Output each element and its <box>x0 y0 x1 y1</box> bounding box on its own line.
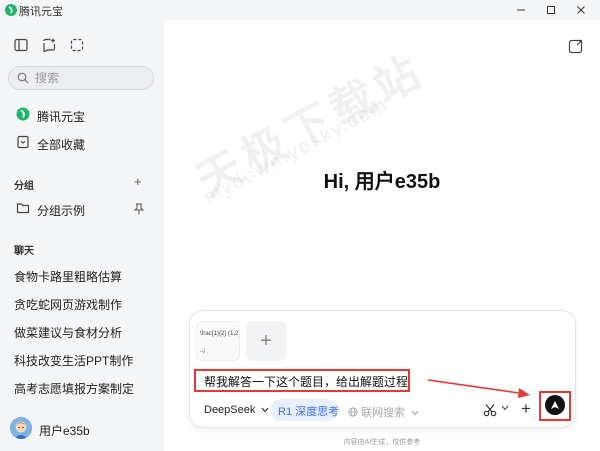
sidebar: 腾讯元宝 全部收藏 分组 + 分组示例 聊天 食物卡路里粗略估算 贪吃蛇网页游戏… <box>0 20 164 451</box>
thumbnail-text-line: \frac{1}{2} (1,2), 则 <box>200 331 239 337</box>
chat-item[interactable]: 科技改变生活PPT制作 <box>14 352 154 369</box>
chevron-down-icon <box>261 407 269 413</box>
user-name: 用户e35b <box>39 424 90 438</box>
annotation-arrow-icon <box>427 379 530 398</box>
greeting-title: Hi, 用户e35b <box>323 171 441 193</box>
maximize-button[interactable] <box>536 0 566 20</box>
chat-item[interactable]: 做菜建议与食材分析 <box>14 324 154 341</box>
group-item-label: 分组示例 <box>37 204 86 218</box>
nav-item-favorites[interactable]: 全部收藏 <box>0 130 164 156</box>
group-item-example[interactable]: 分组示例 <box>0 196 164 222</box>
chat-item[interactable]: 食物卡路里粗略估算 <box>14 268 154 285</box>
search-icon <box>17 72 29 84</box>
globe-icon <box>348 407 358 417</box>
nav-item-yuanbao[interactable]: 腾讯元宝 <box>0 102 164 128</box>
avatar <box>10 417 32 439</box>
search-box[interactable] <box>8 66 154 90</box>
web-search-toggle[interactable]: 联网搜索 <box>348 404 419 420</box>
groups-section-title: 分组 <box>14 181 34 192</box>
chevron-down-icon[interactable] <box>501 405 509 411</box>
model-selector[interactable]: DeepSeek <box>204 404 269 416</box>
prompt-input[interactable]: 帮我解答一下这个题目，给出解题过程 <box>204 373 408 390</box>
title-bar: 腾讯元宝 <box>0 0 600 20</box>
new-chat-button[interactable] <box>40 36 58 54</box>
scissors-icon[interactable] <box>483 403 497 417</box>
main-panel: 天极下载站 mydown.yesky.com Hi, 用户e35b \frac{… <box>164 20 600 451</box>
ai-disclaimer: 内容由AI生成，仅供参考 <box>343 439 421 446</box>
user-profile[interactable]: 用户e35b <box>10 416 160 444</box>
chevron-down-icon <box>411 410 419 416</box>
prompt-highlight-box[interactable]: 帮我解答一下这个题目，给出解题过程 <box>194 369 410 392</box>
new-chat-icon <box>43 38 56 52</box>
add-group-button[interactable]: + <box>134 174 142 189</box>
add-attachment-button[interactable]: + <box>246 321 286 361</box>
more-options-button[interactable]: + <box>521 399 531 419</box>
sidebar-toggle-icon <box>14 38 28 52</box>
select-mode-button[interactable] <box>68 36 86 54</box>
chat-composer: \frac{1}{2} (1,2), 则 -√ + 帮我解答一下这个题目，给出解… <box>189 310 576 428</box>
deep-think-label: R1 深度思考 <box>278 406 340 418</box>
send-button[interactable] <box>545 395 565 415</box>
window-title: 腾讯元宝 <box>19 6 63 18</box>
pin-icon[interactable] <box>134 203 144 215</box>
web-search-label: 联网搜索 <box>361 407 406 419</box>
minimize-button[interactable] <box>506 0 536 20</box>
folder-icon <box>16 203 30 214</box>
close-icon <box>577 6 585 14</box>
avatar-face-icon <box>10 417 32 439</box>
yuanbao-logo-icon <box>5 4 17 16</box>
search-input[interactable] <box>35 70 145 86</box>
yuanbao-logo-icon <box>16 107 30 121</box>
dashed-select-icon <box>70 38 84 52</box>
toggle-sidebar-button[interactable] <box>12 36 30 54</box>
share-icon[interactable] <box>568 38 584 54</box>
nav-item-label: 腾讯元宝 <box>37 110 86 124</box>
thumbnail-text-line: -√ <box>200 349 206 355</box>
chat-item[interactable]: 贪吃蛇网页游戏制作 <box>14 296 154 313</box>
maximize-icon <box>547 6 555 14</box>
model-name: DeepSeek <box>204 404 256 416</box>
chats-section-title: 聊天 <box>14 246 34 257</box>
minimize-icon <box>517 9 525 11</box>
close-button[interactable] <box>566 0 596 20</box>
nav-item-label: 全部收藏 <box>37 138 86 152</box>
send-arrow-icon <box>551 401 559 409</box>
chat-item[interactable]: 高考志愿填报方案制定 <box>14 380 154 397</box>
deep-think-toggle[interactable]: R1 深度思考 <box>270 399 340 421</box>
attached-image-thumbnail[interactable]: \frac{1}{2} (1,2), 则 -√ <box>196 321 240 361</box>
bookmark-icon <box>17 135 29 149</box>
